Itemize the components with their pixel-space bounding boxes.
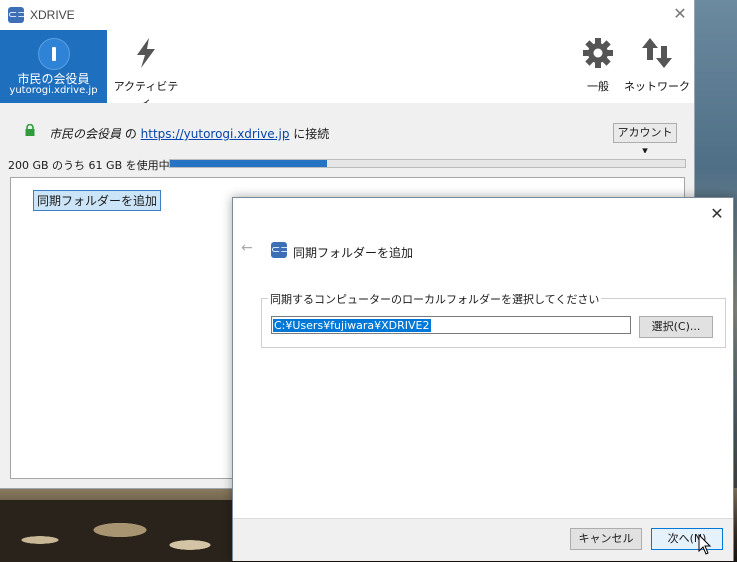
local-folder-path-input[interactable]: C:¥Users¥fujiwara¥XDRIVE2	[271, 316, 631, 334]
gear-icon	[583, 38, 613, 68]
dialog-footer: キャンセル 次へ(N)	[233, 518, 733, 561]
window-close-button[interactable]: ✕	[670, 4, 690, 24]
storage-usage-text: 200 GB のうち 61 GB を使用中	[8, 159, 170, 172]
local-folder-path-value: C:¥Users¥fujiwara¥XDRIVE2	[273, 319, 431, 332]
dialog-logo-icon: ⊂⊃	[271, 242, 290, 258]
toolbar: 市民の会役員 yutorogi.xdrive.jp アクティビティ 一般	[0, 30, 694, 109]
local-folder-group: 同期するコンピューターのローカルフォルダーを選択してください C:¥Users¥…	[261, 291, 726, 348]
toolbar-general-tab[interactable]: 一般	[574, 30, 622, 103]
add-sync-folder-dialog: ✕ ← ⊂⊃ 同期フォルダーを追加 同期するコンピューターのローカルフォルダーを…	[232, 197, 734, 561]
storage-usage-bar	[169, 159, 686, 168]
account-avatar-icon	[38, 38, 70, 70]
cancel-button[interactable]: キャンセル	[570, 528, 642, 550]
connection-text: 市民の会役員 の https://yutorogi.xdrive.jp に接続	[49, 125, 329, 142]
app-title: XDRIVE	[30, 8, 75, 22]
back-arrow-icon[interactable]: ←	[241, 240, 253, 256]
storage-usage-row: 200 GB のうち 61 GB を使用中	[0, 153, 694, 175]
mouse-cursor-icon	[698, 534, 712, 555]
storage-usage-fill	[170, 160, 328, 167]
connection-suffix: に接続	[289, 127, 330, 141]
lock-icon	[25, 124, 35, 136]
title-bar: ⊂⊃ XDRIVE ✕	[0, 0, 694, 30]
connection-info-bar: 市民の会役員 の https://yutorogi.xdrive.jp に接続 …	[0, 103, 694, 157]
local-folder-group-label: 同期するコンピューターのローカルフォルダーを選択してください	[268, 291, 602, 307]
account-domain: yutorogi.xdrive.jp	[9, 85, 98, 96]
dialog-title: 同期フォルダーを追加	[293, 246, 414, 260]
toolbar-network-tab[interactable]: ネットワーク	[624, 30, 690, 103]
server-url-link[interactable]: https://yutorogi.xdrive.jp	[141, 127, 290, 141]
add-sync-folder-button[interactable]: 同期フォルダーを追加	[33, 190, 162, 211]
toolbar-activity-tab[interactable]: アクティビティ	[110, 30, 182, 109]
next-button[interactable]: 次へ(N)	[651, 528, 723, 550]
desktop-wallpaper-rocks	[0, 500, 232, 562]
dialog-close-button[interactable]: ✕	[707, 204, 727, 224]
general-label: 一般	[587, 80, 609, 93]
lightning-icon	[137, 38, 155, 68]
account-dropdown-button[interactable]: アカウント ▾	[613, 123, 677, 157]
network-arrows-icon	[642, 38, 672, 68]
connection-account: 市民の会役員	[49, 127, 122, 141]
network-label: ネットワーク	[624, 80, 690, 93]
connection-of: の	[121, 127, 141, 141]
browse-button[interactable]: 選択(C)...	[639, 316, 713, 338]
app-logo-icon: ⊂⊃	[8, 7, 27, 23]
toolbar-account-tab[interactable]: 市民の会役員 yutorogi.xdrive.jp	[0, 30, 107, 103]
